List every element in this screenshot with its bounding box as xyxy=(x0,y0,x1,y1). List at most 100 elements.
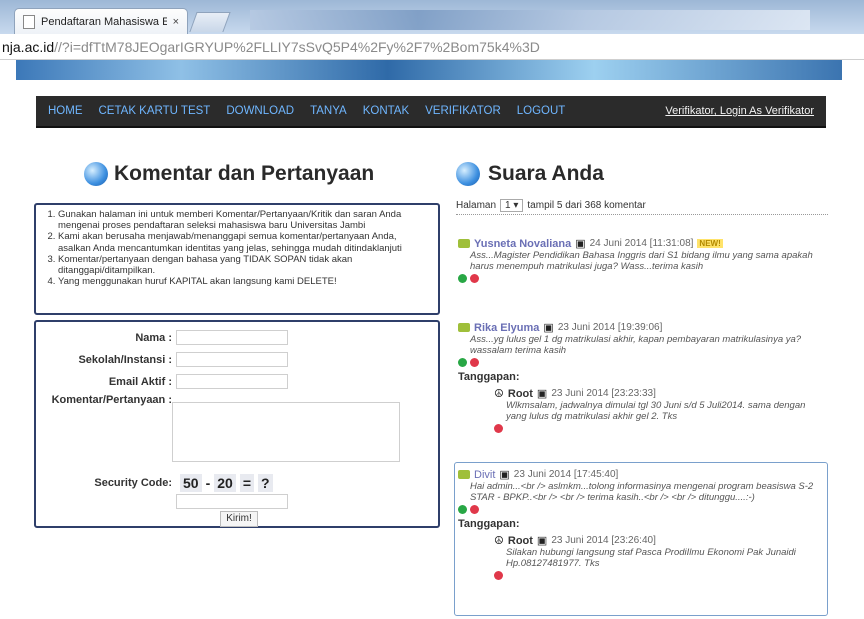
reply-item: ☮ Root ▣ 23 Juni 2014 [23:23:33] Wlkmsal… xyxy=(458,387,828,433)
vote-controls xyxy=(494,424,828,433)
vote-controls xyxy=(458,274,828,283)
comment-date: 24 Juni 2014 [11:31:08] xyxy=(589,238,694,249)
email-row: Email Aktif : xyxy=(46,374,288,389)
calendar-icon: ▣ xyxy=(543,322,554,334)
user-icon xyxy=(458,323,470,332)
sekolah-row: Sekolah/Instansi : xyxy=(46,352,288,367)
reply-header: ☮ Root ▣ 23 Juni 2014 [23:23:33] xyxy=(494,387,828,401)
delete-reply-icon[interactable] xyxy=(494,571,503,580)
vote-controls xyxy=(494,571,828,580)
nama-input[interactable] xyxy=(176,330,288,345)
vote-up-icon[interactable] xyxy=(458,274,467,283)
vote-down-icon[interactable] xyxy=(470,274,479,283)
rule-item: Gunakan halaman ini untuk memberi Koment… xyxy=(58,209,430,231)
komentar-label: Komentar/Pertanyaan : xyxy=(51,394,172,406)
comment-header: Yusneta Novaliana ▣ 24 Juni 2014 [11:31:… xyxy=(458,237,828,250)
nav-logout[interactable]: LOGOUT xyxy=(517,105,566,117)
email-label: Email Aktif : xyxy=(108,375,172,388)
rules-box: Gunakan halaman ini untuk memberi Koment… xyxy=(34,203,440,315)
security-label: Security Code: xyxy=(94,477,172,489)
rule-item: Komentar/pertanyaan dengan bahasa yang T… xyxy=(58,254,430,276)
sekolah-input[interactable] xyxy=(176,352,288,367)
main-nav: HOME CETAK KARTU TEST DOWNLOAD TANYA KON… xyxy=(36,96,826,128)
reply-author: Root xyxy=(507,534,533,547)
close-icon[interactable]: × xyxy=(173,16,179,28)
nav-home[interactable]: HOME xyxy=(48,105,83,117)
comment-form: Nama : Sekolah/Instansi : Email Aktif : … xyxy=(34,320,440,528)
nav-cetak-kartu-test[interactable]: CETAK KARTU TEST xyxy=(99,105,211,117)
vote-controls xyxy=(458,505,828,514)
captcha-equals: = xyxy=(239,474,255,492)
address-bar[interactable]: nja.ac.id //?i=dfTtM78JEOgarIGRYUP%2FLLI… xyxy=(0,34,864,60)
reply-item: ☮ Root ▣ 23 Juni 2014 [23:26:40] Silakan… xyxy=(458,534,828,580)
reply-date: 23 Juni 2014 [23:26:40] xyxy=(551,535,656,546)
rule-item: Kami akan berusaha menjawab/menanggapi s… xyxy=(58,231,430,253)
admin-icon: ☮ xyxy=(494,388,504,400)
tab-title: Pendaftaran Mahasiswa E xyxy=(41,15,167,28)
suara-title: Suara Anda xyxy=(488,162,604,185)
pager: Halaman 1 ▾ tampil 5 dari 368 komentar xyxy=(456,199,646,212)
page-icon xyxy=(23,14,35,29)
help-globe-icon xyxy=(84,162,108,186)
pager-info: tampil 5 dari 368 komentar xyxy=(527,200,646,211)
calendar-icon: ▣ xyxy=(536,388,548,400)
blurred-tab-strip xyxy=(250,10,810,30)
comment-date: 23 Juni 2014 [17:45:40] xyxy=(513,469,619,480)
submit-button[interactable]: Kirim! xyxy=(220,511,258,527)
calendar-icon: ▣ xyxy=(575,238,586,250)
rule-item: Yang menggunakan huruf KAPITAL akan lang… xyxy=(58,276,430,287)
email-input[interactable] xyxy=(176,374,288,389)
delete-reply-icon[interactable] xyxy=(494,424,503,433)
captcha-operator: - xyxy=(205,475,211,491)
nama-label: Nama : xyxy=(135,331,172,344)
komentar-row: Komentar/Pertanyaan : xyxy=(40,394,172,406)
security-row: Security Code: 50 - 20 = ? xyxy=(46,474,273,492)
comment-date: 23 Juni 2014 [19:39:06] xyxy=(557,322,663,333)
reply-header: ☮ Root ▣ 23 Juni 2014 [23:26:40] xyxy=(494,534,828,548)
nav-download[interactable]: DOWNLOAD xyxy=(226,105,294,117)
reply-author: Root xyxy=(507,387,533,400)
new-tab-button[interactable] xyxy=(189,12,231,32)
sekolah-label: Sekolah/Instansi : xyxy=(78,353,172,366)
captcha-a: 50 xyxy=(180,474,202,492)
admin-icon: ☮ xyxy=(494,535,504,547)
page-select-value: 1 xyxy=(505,200,511,211)
captcha: 50 - 20 = ? xyxy=(180,474,273,492)
comment-body: Ass...yg lulus gel 1 dg matrikulasi akhi… xyxy=(470,334,802,356)
captcha-question: ? xyxy=(258,474,273,492)
vote-down-icon[interactable] xyxy=(470,358,479,367)
komentar-textarea[interactable] xyxy=(172,402,400,462)
comment-body: Ass...Magister Pendidikan Bahasa Inggris… xyxy=(470,250,813,272)
vote-up-icon[interactable] xyxy=(458,505,467,514)
reply-heading: Tanggapan: xyxy=(458,518,520,530)
reply-date: 23 Juni 2014 [23:23:33] xyxy=(551,388,656,399)
comment-section-header: Komentar dan Pertanyaan xyxy=(84,162,374,186)
user-icon xyxy=(458,470,470,479)
comment-item: Yusneta Novaliana ▣ 24 Juni 2014 [11:31:… xyxy=(458,237,828,283)
comment-header: Divit ▣ 23 Juni 2014 [17:45:40] xyxy=(458,468,828,481)
security-answer-input[interactable] xyxy=(176,494,288,509)
globe-icon xyxy=(456,162,480,186)
url-path: //?i=dfTtM78JEOgarIGRYUP%2FLLIY7sSvQ5P4%… xyxy=(54,38,540,55)
vote-up-icon[interactable] xyxy=(458,358,467,367)
nav-kontak[interactable]: KONTAK xyxy=(363,105,409,117)
nav-tanya[interactable]: TANYA xyxy=(310,105,347,117)
vote-controls xyxy=(458,358,828,367)
divider xyxy=(456,214,828,215)
calendar-icon: ▣ xyxy=(499,469,510,481)
login-info-link[interactable]: Verifikator, Login As Verifikator xyxy=(665,105,814,117)
page-select[interactable]: 1 ▾ xyxy=(500,199,524,212)
comment-section-title: Komentar dan Pertanyaan xyxy=(114,162,375,185)
comment-author: Divit xyxy=(474,468,496,481)
captcha-b: 20 xyxy=(214,474,236,492)
calendar-icon: ▣ xyxy=(536,535,548,547)
pager-label: Halaman xyxy=(456,200,497,211)
browser-tab[interactable]: Pendaftaran Mahasiswa E × xyxy=(14,8,188,34)
vote-down-icon[interactable] xyxy=(470,505,479,514)
nav-verifikator[interactable]: VERIFIKATOR xyxy=(425,105,501,117)
nama-row: Nama : xyxy=(46,330,288,345)
reply-heading: Tanggapan: xyxy=(458,371,520,383)
reply-body: Silakan hubungi langsung staf Pasca Prod… xyxy=(506,547,796,569)
comment-header: Rika Elyuma ▣ 23 Juni 2014 [19:39:06] xyxy=(458,321,828,334)
comment-author: Rika Elyuma xyxy=(474,321,540,334)
